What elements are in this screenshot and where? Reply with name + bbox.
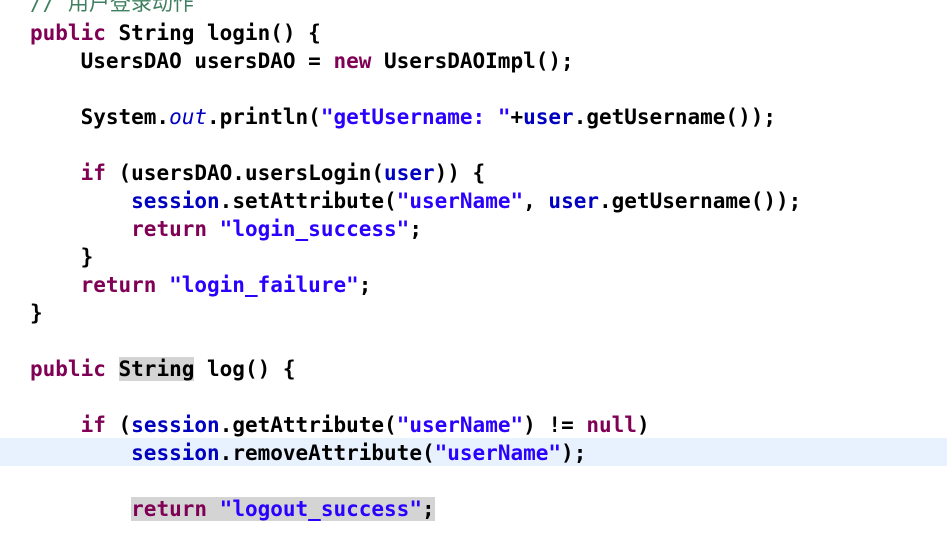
code-text: ); — [561, 441, 587, 465]
string-literal: "userName" — [434, 441, 562, 465]
code-text: .removeAttribute( — [219, 441, 435, 465]
string-literal: "userName" — [396, 189, 524, 213]
string-literal: "login_failure" — [169, 273, 359, 297]
code-text: .getAttribute( — [219, 413, 397, 437]
keyword: if — [80, 161, 106, 185]
string-literal: "userName" — [396, 413, 524, 437]
string-literal: "login_success" — [219, 217, 410, 241]
code-line: public String login() { — [0, 19, 947, 47]
code-line: UsersDAO usersDAO = new UsersDAOImpl(); — [0, 47, 947, 75]
keyword: public — [30, 357, 106, 381]
code-line: System.out.println("getUsername: "+user.… — [0, 103, 947, 131]
code-text: .setAttribute( — [219, 189, 397, 213]
code-text: } — [30, 301, 43, 325]
keyword: null — [586, 413, 637, 437]
field: session — [131, 441, 220, 465]
occurrence-highlight[interactable]: String — [118, 357, 195, 381]
field: user — [523, 105, 574, 129]
code-text: ( — [105, 413, 132, 437]
field: user — [384, 161, 435, 185]
code-text: ) != — [523, 413, 587, 437]
code-text: System. — [30, 105, 170, 129]
code-line: if (usersDAO.usersLogin(user)) { — [0, 159, 947, 187]
code-line: return "login_failure"; — [0, 271, 947, 299]
code-line: } — [0, 299, 947, 327]
comment-text: // 用户登录动作 — [30, 0, 194, 15]
code-text: ; — [421, 497, 435, 521]
code-text: )) { — [434, 161, 486, 185]
code-line: } — [0, 243, 947, 271]
string-literal: "logout_success" — [219, 497, 422, 521]
code-text: , — [523, 189, 549, 213]
string-literal: "getUsername: " — [320, 105, 511, 129]
code-text: UsersDAO usersDAO = — [30, 49, 334, 73]
code-line: public String log() { — [0, 355, 947, 383]
code-text: ; — [358, 273, 372, 297]
keyword: return — [131, 497, 208, 521]
field: user — [548, 189, 599, 213]
code-text: .getUsername()); — [573, 105, 776, 129]
code-line: session.setAttribute("userName", user.ge… — [0, 187, 947, 215]
keyword: if — [80, 413, 106, 437]
current-line-highlight[interactable]: session.removeAttribute("userName"); — [0, 438, 947, 466]
code-text: + — [510, 105, 524, 129]
field: session — [131, 189, 220, 213]
code-line: return "login_success"; — [0, 215, 947, 243]
code-text: .getUsername()); — [599, 189, 802, 213]
code-text: (usersDAO.usersLogin( — [105, 161, 385, 185]
keyword: new — [333, 49, 372, 73]
code-editor[interactable]: // 用户登录动作 public String login() { UsersD… — [0, 0, 947, 542]
code-text: String login() { — [105, 21, 321, 45]
keyword: return — [80, 273, 157, 297]
code-text: } — [30, 245, 94, 269]
code-text: ) — [636, 413, 650, 437]
code-text: .println( — [207, 105, 321, 129]
code-text: log() { — [194, 357, 296, 381]
code-line: return "logout_success"; — [0, 495, 947, 523]
code-text: UsersDAOImpl(); — [371, 49, 574, 73]
code-line: if (session.getAttribute("userName") != … — [0, 411, 947, 439]
keyword: public — [30, 21, 106, 45]
field: session — [131, 413, 220, 437]
keyword: return — [131, 217, 208, 241]
code-text: ; — [409, 217, 422, 241]
code-line-comment: // 用户登录动作 — [0, 0, 947, 17]
static-field: out — [169, 105, 208, 129]
